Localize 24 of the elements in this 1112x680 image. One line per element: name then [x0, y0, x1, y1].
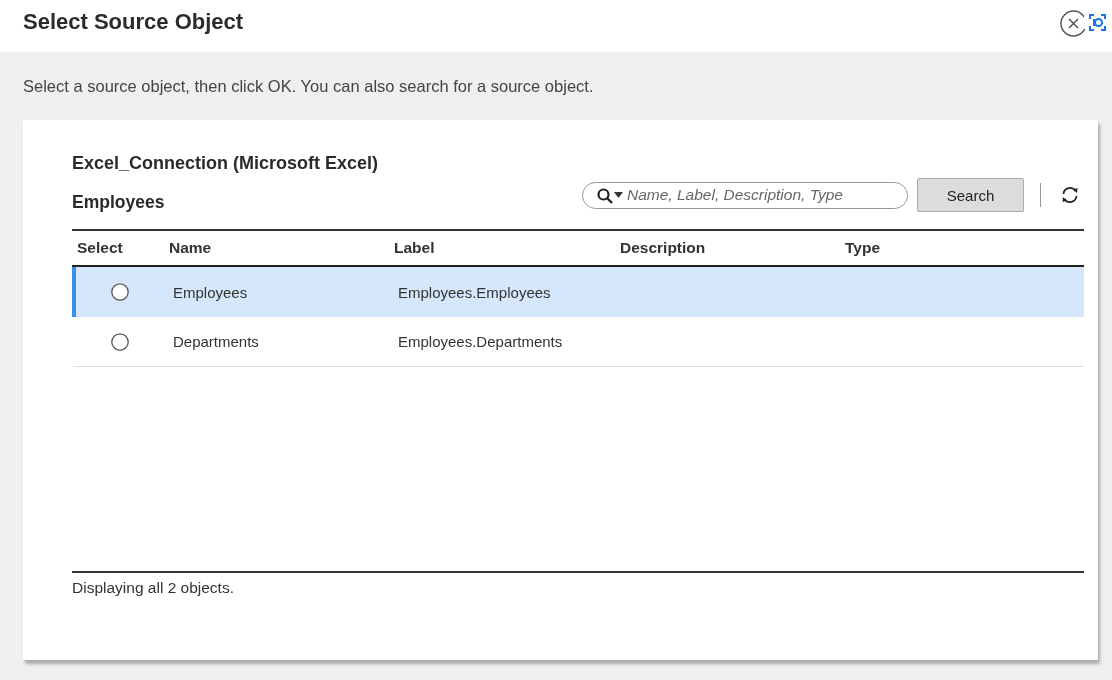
radio-button[interactable] — [111, 283, 129, 301]
table-row[interactable]: Departments Employees.Departments — [72, 317, 1084, 367]
dialog-title: Select Source Object — [23, 9, 244, 35]
table-cell-text: Employees — [172, 283, 249, 301]
table-row[interactable]: Employees Employees.Employees — [72, 267, 1084, 317]
status-text: Displaying all 2 objects. — [72, 579, 234, 596]
table-cell-text: Employees.Departments — [397, 333, 564, 350]
table-cell-text: Employees.Employees — [397, 283, 552, 301]
close-icon[interactable] — [1060, 10, 1087, 37]
radio-button[interactable] — [111, 332, 129, 351]
caret-icon[interactable] — [614, 191, 623, 198]
search-field[interactable]: Name, Label, Description, Type — [582, 181, 908, 209]
table-cell-text: Departments — [172, 333, 260, 350]
column-header: Label — [394, 239, 436, 257]
search-icon[interactable] — [597, 187, 613, 204]
column-header: Type — [845, 239, 882, 257]
connection-name: Excel_Connection (Microsoft Excel) — [72, 152, 379, 174]
column-header: Name — [169, 239, 213, 257]
instruction-text: Select a source object, then click OK. You can also search for a source object. — [23, 76, 594, 96]
column-header: Description — [620, 239, 707, 257]
refresh-icon[interactable] — [1060, 185, 1080, 205]
column-header: Select — [77, 239, 124, 257]
object-name: Employees — [72, 192, 165, 213]
search-button[interactable]: Search — [917, 178, 1024, 212]
